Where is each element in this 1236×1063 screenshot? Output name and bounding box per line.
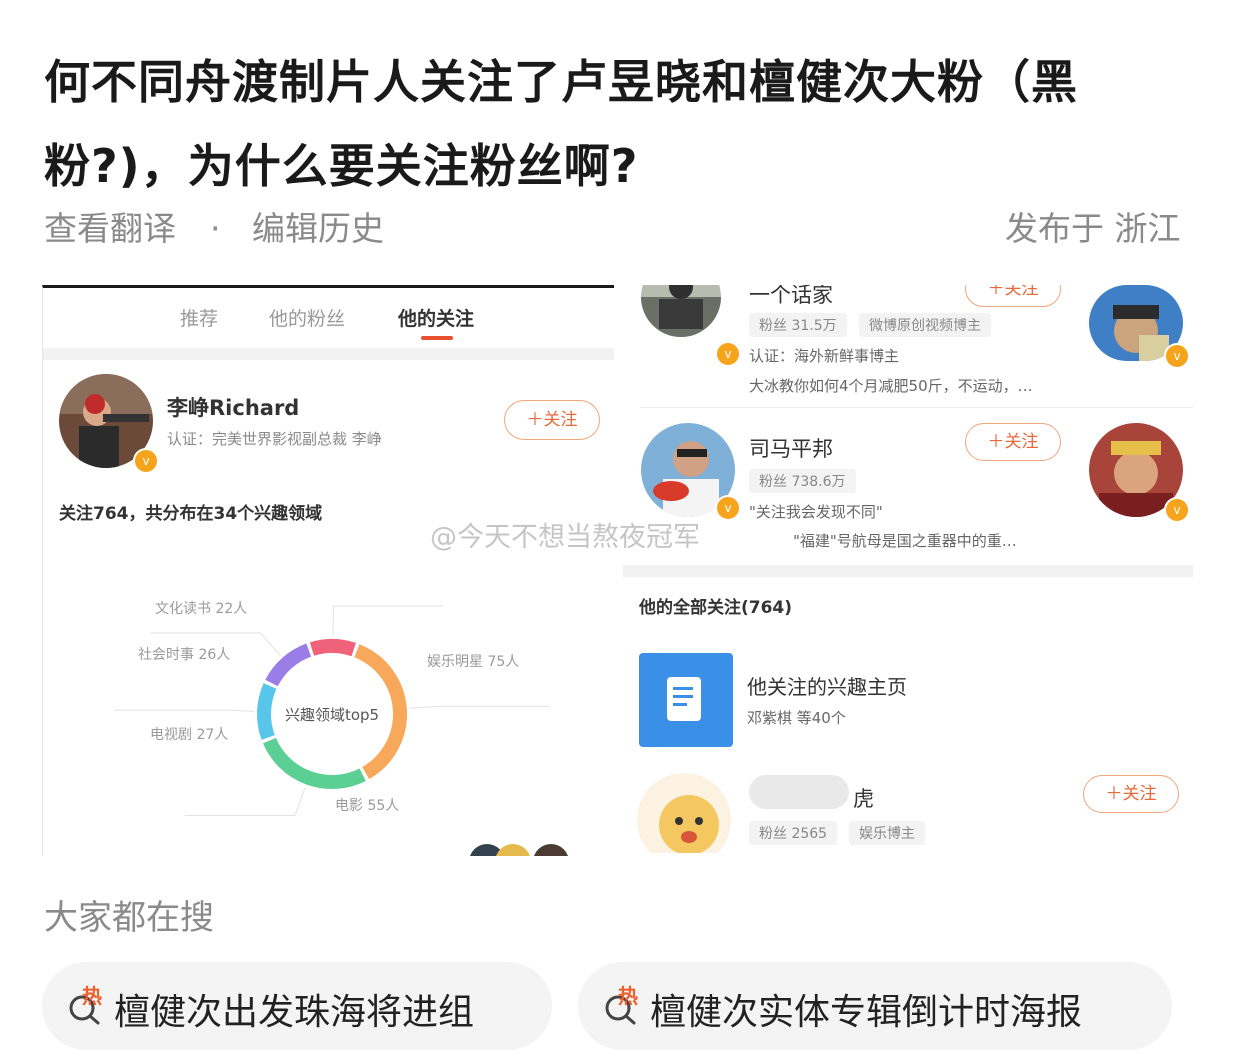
- document-icon[interactable]: [639, 653, 733, 747]
- follow-button[interactable]: ＋关注: [965, 423, 1061, 461]
- donut-slice-1: [263, 737, 366, 789]
- follow-button[interactable]: ＋关注: [504, 400, 600, 440]
- active-tab-indicator: [421, 336, 453, 340]
- hot-search-item[interactable]: 热 檀健次实体专辑倒计时海报: [578, 962, 1172, 1050]
- watermark: @今天不想当熬夜冠军: [430, 522, 700, 553]
- follow-button[interactable]: ＋关注: [965, 285, 1061, 307]
- donut-label-culture: 文化读书 22人: [155, 601, 248, 617]
- verified-badge-icon: v: [1164, 497, 1190, 523]
- donut-label-tv: 电视剧 27人: [150, 727, 229, 743]
- hot-search-title: 大家都在搜: [44, 898, 214, 938]
- donut-slice-4: [309, 639, 356, 657]
- user-desc: 大冰教你如何4个月减肥50斤，不运动，…: [749, 377, 1033, 395]
- donut-leader-line: [332, 605, 444, 637]
- hot-badge: 热: [82, 984, 102, 1008]
- follow-button[interactable]: ＋关注: [1083, 775, 1179, 813]
- divider: [641, 407, 1193, 408]
- verified-badge-icon: v: [715, 495, 741, 521]
- blurred-name: [749, 775, 849, 809]
- donut-label-movie: 电影 55人: [335, 798, 400, 814]
- verified-badge-icon: v: [1164, 343, 1190, 369]
- all-following-header: 他的全部关注(764): [639, 598, 793, 618]
- donut-label-society: 社会时事 26人: [138, 647, 231, 663]
- meta-separator: ·: [210, 209, 221, 248]
- user-name[interactable]: 虎: [853, 783, 874, 813]
- view-translation-link[interactable]: 查看翻译: [44, 206, 176, 252]
- fans-count: 粉丝 2565: [749, 821, 838, 845]
- divider-band: [43, 348, 614, 360]
- user-desc: "福建"号航母是国之重器中的重…: [793, 532, 1017, 550]
- donut-leader-line: [114, 709, 255, 712]
- avatar[interactable]: [641, 285, 721, 337]
- hot-search-label: 檀健次出发珠海将进组: [114, 992, 475, 1033]
- donut-slice-3: [265, 643, 312, 687]
- user-tag: 微博原创视频博主: [859, 313, 991, 337]
- user-verification: 认证：海外新鲜事博主: [749, 347, 900, 365]
- avatar: [495, 844, 531, 856]
- interest-page-title[interactable]: 他关注的兴趣主页: [747, 671, 907, 700]
- right-screenshot: v 一个话家 ＋关注 粉丝 31.5万 微博原创视频博主 认证：海外新鲜事博主 …: [623, 285, 1193, 853]
- fans-count: 粉丝 738.6万: [749, 469, 856, 493]
- verified-badge-icon: v: [715, 341, 741, 367]
- tab-his-following[interactable]: 他的关注: [398, 304, 474, 331]
- hot-search-item[interactable]: 热 檀健次出发珠海将进组: [42, 962, 552, 1050]
- user-verification: "关注我会发现不同": [749, 503, 883, 521]
- avatar[interactable]: [637, 773, 731, 853]
- donut-center-title: 兴趣领域top5: [284, 706, 380, 724]
- published-location: 发布于 浙江: [1005, 209, 1181, 248]
- avatar: [533, 844, 569, 856]
- donut-label-entertainment: 娱乐明星 75人: [427, 654, 520, 670]
- user-name[interactable]: 司马平邦: [749, 433, 833, 463]
- user-tag: 娱乐博主: [849, 821, 925, 845]
- profile-name[interactable]: 李峥Richard: [167, 392, 299, 422]
- edit-history-link[interactable]: 编辑历史: [252, 206, 384, 252]
- hot-search-label: 檀健次实体专辑倒计时海报: [650, 992, 1083, 1033]
- donut-leader-line: [409, 705, 550, 709]
- user-name[interactable]: 一个话家: [749, 285, 833, 309]
- hot-badge: 热: [618, 984, 638, 1008]
- tab-recommend[interactable]: 推荐: [180, 304, 218, 331]
- follow-summary: 关注764，共分布在34个兴趣领域: [59, 504, 323, 524]
- interest-page-sub: 邓紫棋 等40个: [747, 709, 846, 727]
- verified-badge-icon: v: [133, 448, 159, 474]
- tab-his-fans[interactable]: 他的粉丝: [269, 304, 345, 331]
- donut-leader-line: [184, 787, 306, 816]
- left-screenshot: 推荐 他的粉丝 他的关注 v 李峥Richard 认证：完美世界影视副总裁 李峥…: [42, 285, 614, 856]
- profile-verification: 认证：完美世界影视副总裁 李峥: [167, 430, 382, 448]
- fans-count: 粉丝 31.5万: [749, 313, 847, 337]
- question-title: 何不同舟渡制片人关注了卢昱晓和檀健次大粉（黑粉?)，为什么要关注粉丝啊?: [44, 55, 1078, 193]
- divider-band: [623, 565, 1193, 577]
